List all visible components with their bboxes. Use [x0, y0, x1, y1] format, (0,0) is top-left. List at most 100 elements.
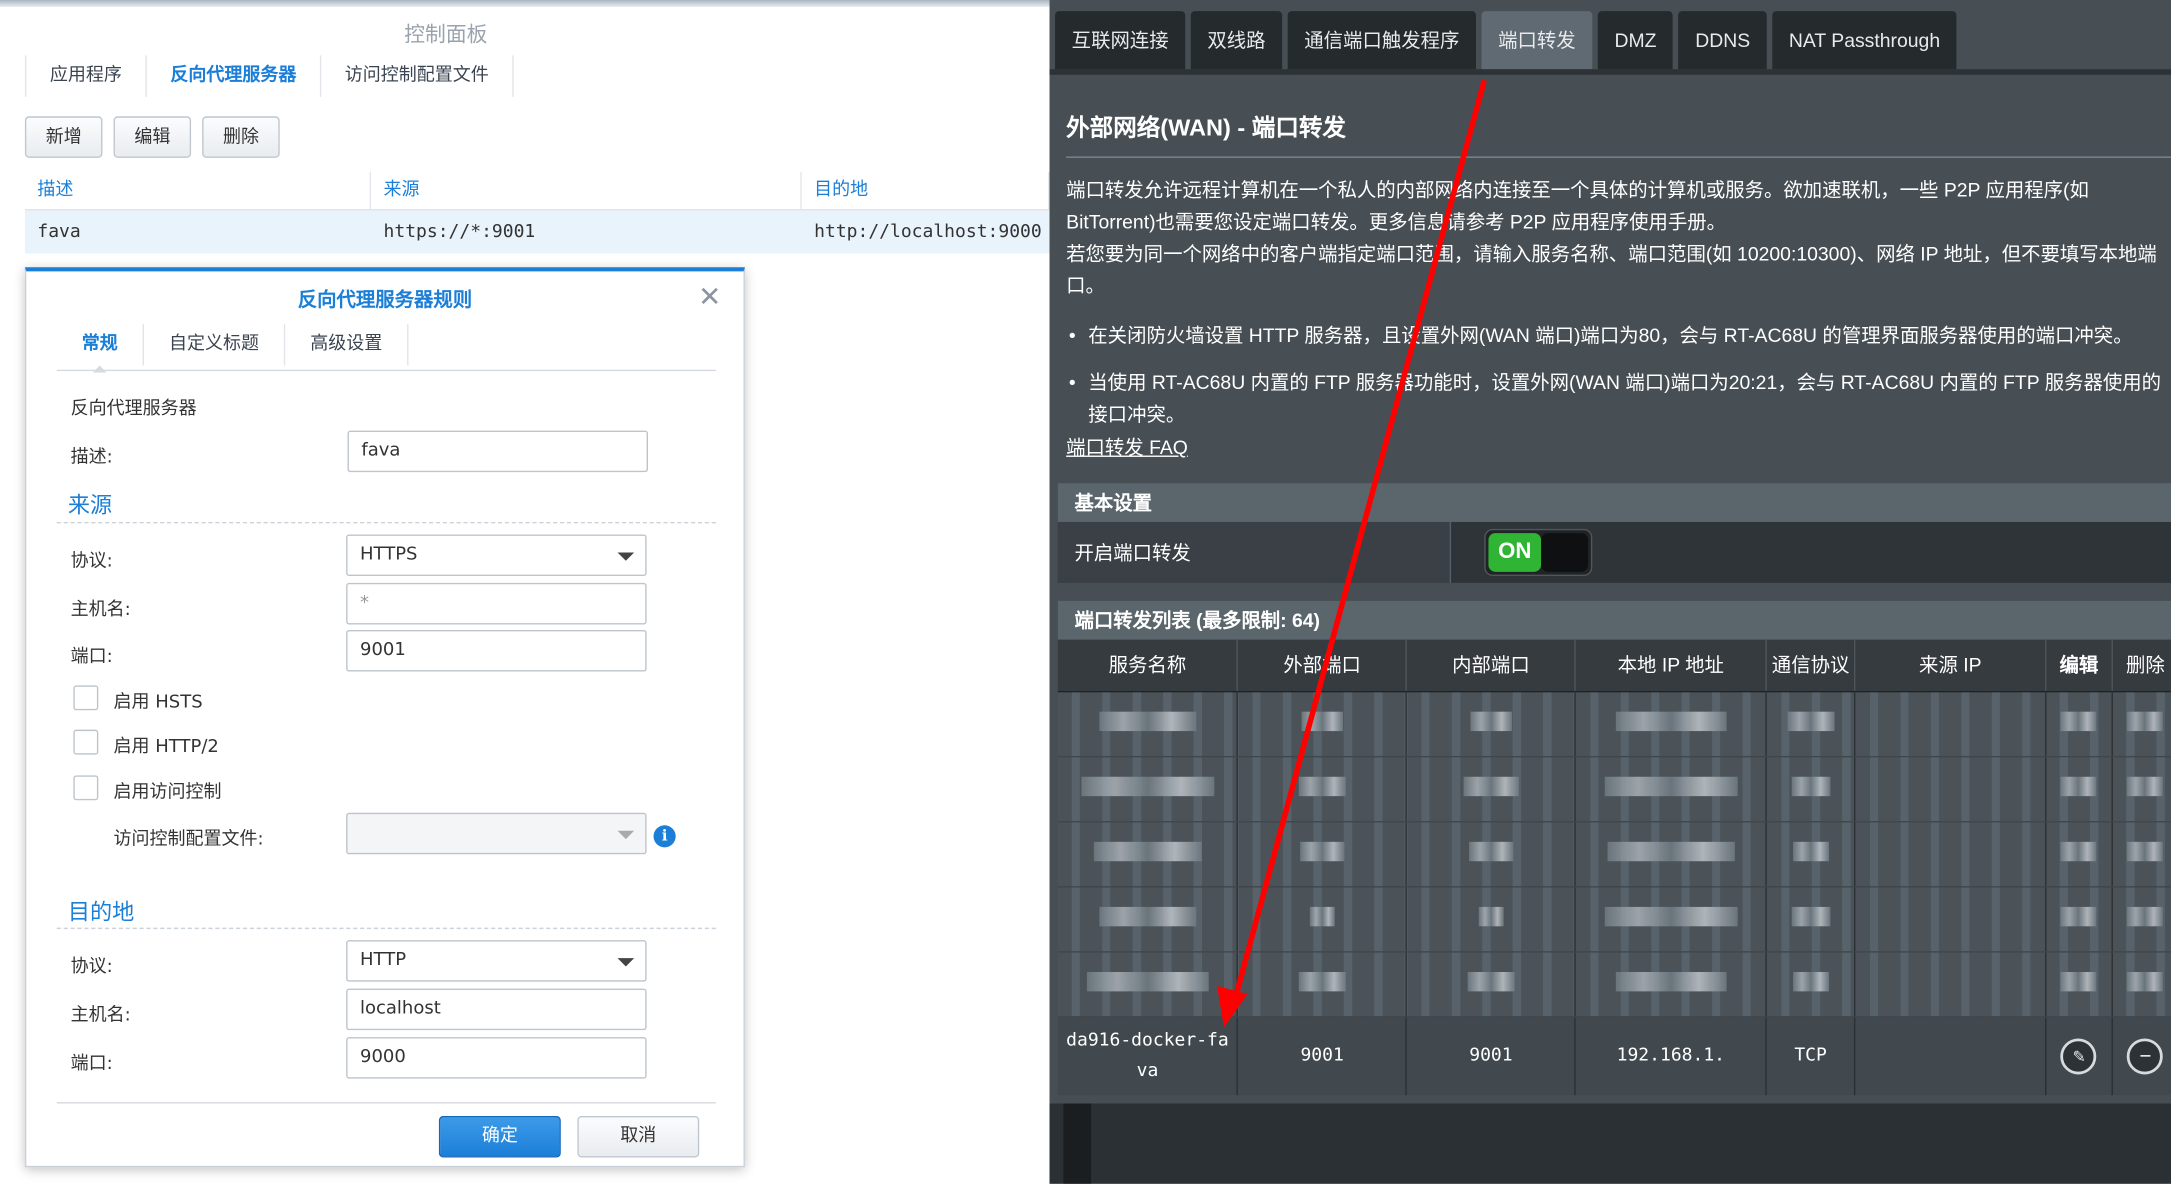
destination-protocol-select[interactable]: HTTP [346, 940, 647, 982]
access-control-label: 启用访问控制 [113, 782, 222, 804]
source-port-input[interactable]: 9001 [346, 629, 647, 672]
edit-icon[interactable]: ✎ [2060, 1038, 2097, 1075]
rules-table-header: 描述 来源 目的地 [24, 171, 1050, 211]
column-internal-port: 内部端口 [1406, 639, 1577, 692]
table-row [1057, 886, 2171, 952]
table-row [1057, 690, 2171, 757]
window-top-border [0, 0, 1050, 7]
entry-internal-port: 9001 [1406, 1015, 1577, 1096]
tab-dual-wan[interactable]: 双线路 [1190, 11, 1283, 70]
table-row: da916-docker-fava 9001 9001 192.168.1. T… [1057, 1015, 2171, 1096]
close-icon[interactable]: ✕ [698, 280, 721, 313]
tab-internet-connection[interactable]: 互联网连接 [1055, 11, 1186, 70]
column-external-port: 外部端口 [1237, 639, 1408, 692]
cancel-button[interactable]: 取消 [577, 1115, 700, 1158]
entry-protocol: TCP [1766, 1015, 1856, 1096]
port-forwarding-table: 服务名称 外部端口 内部端口 本地 IP 地址 通信协议 来源 IP 编辑 删除… [1057, 639, 2171, 1096]
source-protocol-label: 协议: [70, 551, 113, 572]
entry-local-ip: 192.168.1. [1575, 1015, 1768, 1096]
tab-advanced[interactable]: 高级设置 [285, 323, 409, 366]
port-forwarding-toggle[interactable]: ON [1484, 528, 1593, 576]
hsts-checkbox[interactable] [73, 685, 99, 711]
tab-ddns[interactable]: DDNS [1678, 11, 1767, 70]
divider [56, 521, 716, 524]
tab-dmz[interactable]: DMZ [1597, 11, 1674, 70]
column-service-name: 服务名称 [1057, 639, 1239, 692]
delete-icon[interactable]: − [2127, 1038, 2164, 1075]
http2-checkbox[interactable] [73, 729, 99, 755]
tab-reverse-proxy[interactable]: 反向代理服务器 [147, 55, 322, 97]
tab-applications[interactable]: 应用程序 [24, 55, 147, 97]
control-panel-tabs: 应用程序 反向代理服务器 访问控制配置文件 [24, 55, 514, 97]
toggle-knob [1541, 533, 1589, 572]
faq-link[interactable]: 端口转发 FAQ [1066, 433, 1188, 461]
create-button[interactable]: 新增 [24, 116, 103, 158]
hsts-label: 启用 HSTS [113, 692, 203, 714]
destination-hostname-input[interactable]: localhost [346, 988, 647, 1031]
entry-source-ip [1854, 1015, 2047, 1096]
enable-port-forwarding-row: 开启端口转发 ON [1057, 521, 2171, 583]
access-control-checkbox[interactable] [73, 775, 99, 801]
column-description[interactable]: 描述 [25, 171, 372, 210]
table-row [1057, 821, 2171, 887]
destination-port-input[interactable]: 9000 [346, 1037, 647, 1079]
source-protocol-select[interactable]: HTTPS [346, 534, 647, 576]
entry-service-name: da916-docker-fava [1057, 1015, 1239, 1096]
tab-custom-header[interactable]: 自定义标题 [144, 323, 286, 366]
row-description: fava [37, 221, 81, 243]
table-row[interactable]: fava https://*:9001 http://localhost:900… [24, 210, 1050, 254]
router-footer [1049, 1103, 2171, 1184]
tab-nat-passthrough[interactable]: NAT Passthrough [1772, 11, 1957, 70]
intro-text-2: 若您要为同一个网络中的客户端指定端口范围，请输入服务名称、端口范围(如 1020… [1066, 242, 2157, 297]
column-source[interactable]: 来源 [371, 171, 802, 210]
source-hostname-label: 主机名: [70, 599, 131, 621]
acl-profile-label: 访问控制配置文件: [113, 829, 264, 851]
intro-text-1: 端口转发允许远程计算机在一个私人的内部网络内连接至一个具体的计算机或服务。欲加速… [1066, 178, 2089, 233]
entry-external-port: 9001 [1237, 1015, 1408, 1096]
dialog-tabs: 常规 自定义标题 高级设置 [56, 323, 716, 373]
column-edit: 编辑 [2045, 639, 2113, 692]
dialog-footer-divider [56, 1102, 716, 1104]
delete-button[interactable]: 删除 [202, 116, 280, 158]
description-label: 描述: [70, 447, 113, 468]
tab-port-forwarding[interactable]: 端口转发 [1481, 11, 1593, 70]
router-tabs: 互联网连接 双线路 通信端口触发程序 端口转发 DMZ DDNS NAT Pas… [1055, 11, 1957, 70]
edit-button[interactable]: 编辑 [113, 116, 192, 158]
port-forwarding-list-header: 端口转发列表 (最多限制: 64) [1057, 600, 2171, 640]
toolbar: 新增 编辑 删除 [24, 116, 280, 158]
tab-access-control-profile[interactable]: 访问控制配置文件 [321, 55, 514, 97]
column-delete: 删除 [2112, 639, 2171, 692]
table-row [1057, 755, 2171, 822]
tab-port-trigger[interactable]: 通信端口触发程序 [1287, 11, 1476, 70]
enable-port-forwarding-label: 开启端口转发 [1057, 521, 1452, 583]
row-destination: http://localhost:9000 [814, 221, 1042, 243]
info-icon[interactable]: i [653, 825, 676, 848]
footer-scrollbar [1063, 1103, 1092, 1184]
destination-protocol-label: 协议: [70, 956, 113, 978]
section-reverse-proxy-label: 反向代理服务器 [70, 398, 197, 420]
destination-port-label: 端口: [70, 1053, 113, 1075]
acl-profile-select[interactable] [346, 812, 647, 855]
tab-general[interactable]: 常规 [57, 323, 145, 373]
column-protocol: 通信协议 [1766, 639, 1856, 692]
destination-hostname-label: 主机名: [70, 1005, 131, 1026]
source-hostname-input[interactable]: * [346, 582, 647, 625]
source-section-title: 来源 [67, 491, 113, 518]
toggle-on-label: ON [1488, 533, 1542, 572]
tab-bar-underline [1049, 69, 2171, 75]
ok-button[interactable]: 确定 [438, 1115, 561, 1158]
divider [1066, 156, 2171, 158]
source-port-label: 端口: [70, 646, 113, 668]
description-input[interactable]: fava [347, 430, 648, 473]
synology-control-panel: 控制面板 应用程序 反向代理服务器 访问控制配置文件 新增 编辑 删除 描述 来… [0, 0, 1050, 1184]
reverse-proxy-rule-dialog: 反向代理服务器规则 ✕ 常规 自定义标题 高级设置 反向代理服务器 描述: fa… [24, 267, 745, 1168]
destination-section-title: 目的地 [67, 898, 135, 925]
page-title: 外部网络(WAN) - 端口转发 [1066, 114, 1346, 142]
router-port-forwarding-page: 互联网连接 双线路 通信端口触发程序 端口转发 DMZ DDNS NAT Pas… [1049, 0, 2171, 1184]
basic-settings-header: 基本设置 [1057, 483, 2171, 522]
http2-label: 启用 HTTP/2 [113, 736, 219, 758]
window-title: 控制面板 [404, 22, 488, 48]
dialog-title: 反向代理服务器规则 [297, 289, 473, 312]
note-bullet-2: 当使用 RT-AC68U 内置的 FTP 服务器功能时，设置外网(WAN 端口)… [1069, 367, 2163, 431]
column-destination[interactable]: 目的地 [802, 171, 1050, 210]
